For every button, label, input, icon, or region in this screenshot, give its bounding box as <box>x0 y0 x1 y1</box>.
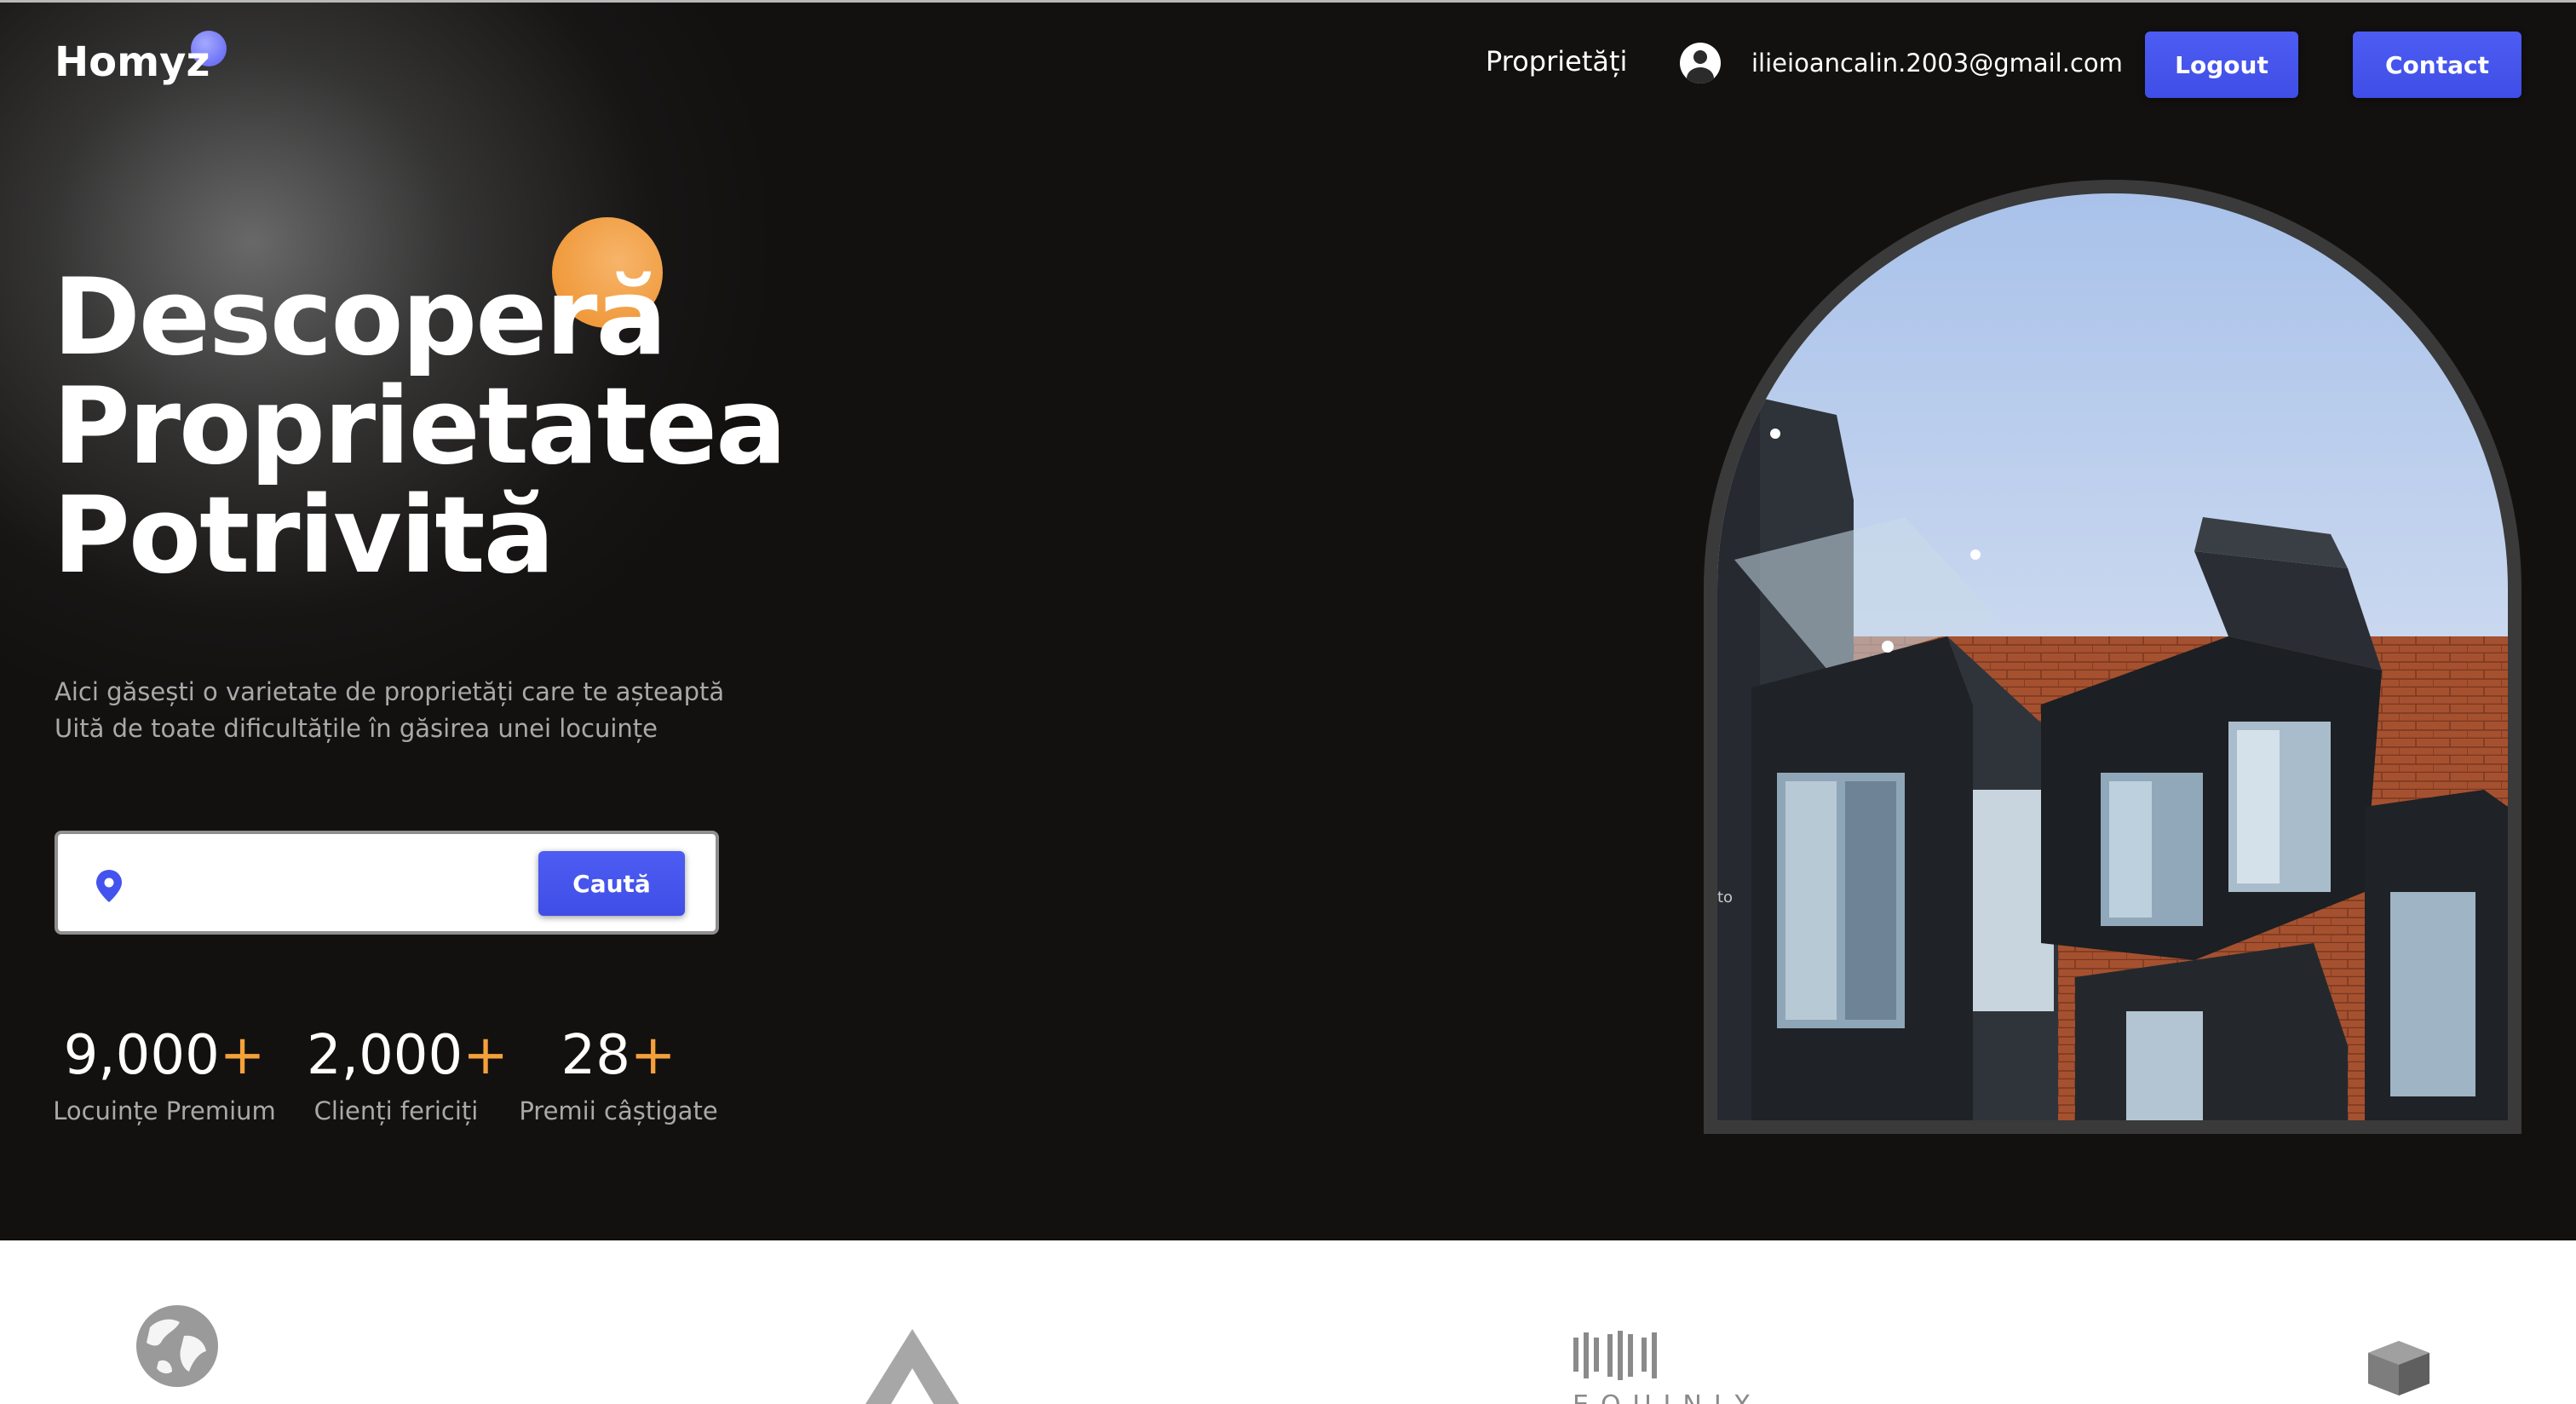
stat-label: Premii câștigate <box>519 1096 718 1125</box>
search-input[interactable] <box>143 856 501 909</box>
nav-link-properties[interactable]: Proprietăți <box>1486 45 1627 78</box>
stat-awards: 28+ Premii câștigate <box>516 1023 721 1125</box>
page: Homyz Proprietăți ilieioancalin.2003@gma… <box>0 0 2576 1404</box>
location-pin-icon <box>96 870 122 902</box>
building-illustration <box>1717 398 2508 1120</box>
contact-button[interactable]: Contact <box>2353 32 2521 98</box>
triangle-logo <box>865 1329 959 1404</box>
hero-description-line-2: Uită de toate dificultățile în găsirea u… <box>55 714 658 743</box>
stat-happy-clients: 2,000+ Clienți fericiți <box>307 1023 509 1125</box>
stat-number: 9,000+ <box>53 1023 276 1088</box>
equinix-logo-text: EQUINIX <box>1573 1390 1762 1404</box>
hero-title-line-2: Proprietatea <box>53 365 787 488</box>
search-button[interactable]: Caută <box>538 851 685 916</box>
user-email: ilieioancalin.2003@gmail.com <box>1751 49 2123 78</box>
stat-value: 2,000 <box>307 1024 463 1087</box>
stat-value: 9,000 <box>63 1024 220 1087</box>
stat-label: Locuințe Premium <box>53 1096 276 1125</box>
hero-description: Aici găsești o varietate de proprietăți … <box>55 674 821 747</box>
stat-number: 2,000+ <box>307 1023 509 1088</box>
user-icon[interactable] <box>1680 43 1721 83</box>
hero-image-frame <box>1704 180 2521 1134</box>
stat-plus: + <box>630 1024 676 1087</box>
partners-section: EQUINIX <box>0 1240 2576 1404</box>
globe-logo <box>136 1305 218 1387</box>
logout-button[interactable]: Logout <box>2145 32 2298 98</box>
stat-plus: + <box>463 1024 509 1087</box>
hero-title: Descoperă Proprietatea Potrivită <box>53 263 819 590</box>
hero-description-line-1: Aici găsești o varietate de proprietăți … <box>55 677 725 706</box>
user-icon-head <box>1693 50 1707 64</box>
cube-logo <box>2368 1341 2429 1395</box>
stat-number: 28+ <box>516 1023 721 1088</box>
hero-title-line-3: Potrivită <box>53 475 555 597</box>
search-box: Caută <box>55 831 719 935</box>
stat-plus: + <box>219 1024 266 1087</box>
stat-value: 28 <box>561 1024 630 1087</box>
hero-image-alt-text: to <box>1717 889 1734 906</box>
hero-section: Homyz Proprietăți ilieioancalin.2003@gma… <box>0 0 2576 1240</box>
user-icon-body <box>1687 67 1714 83</box>
logo[interactable]: Homyz <box>55 38 210 86</box>
hero-image <box>1717 193 2508 1120</box>
stat-premium-homes: 9,000+ Locuințe Premium <box>53 1023 276 1125</box>
hero-title-line-1: Descoperă <box>53 256 667 379</box>
stat-label: Clienți fericiți <box>313 1096 479 1125</box>
